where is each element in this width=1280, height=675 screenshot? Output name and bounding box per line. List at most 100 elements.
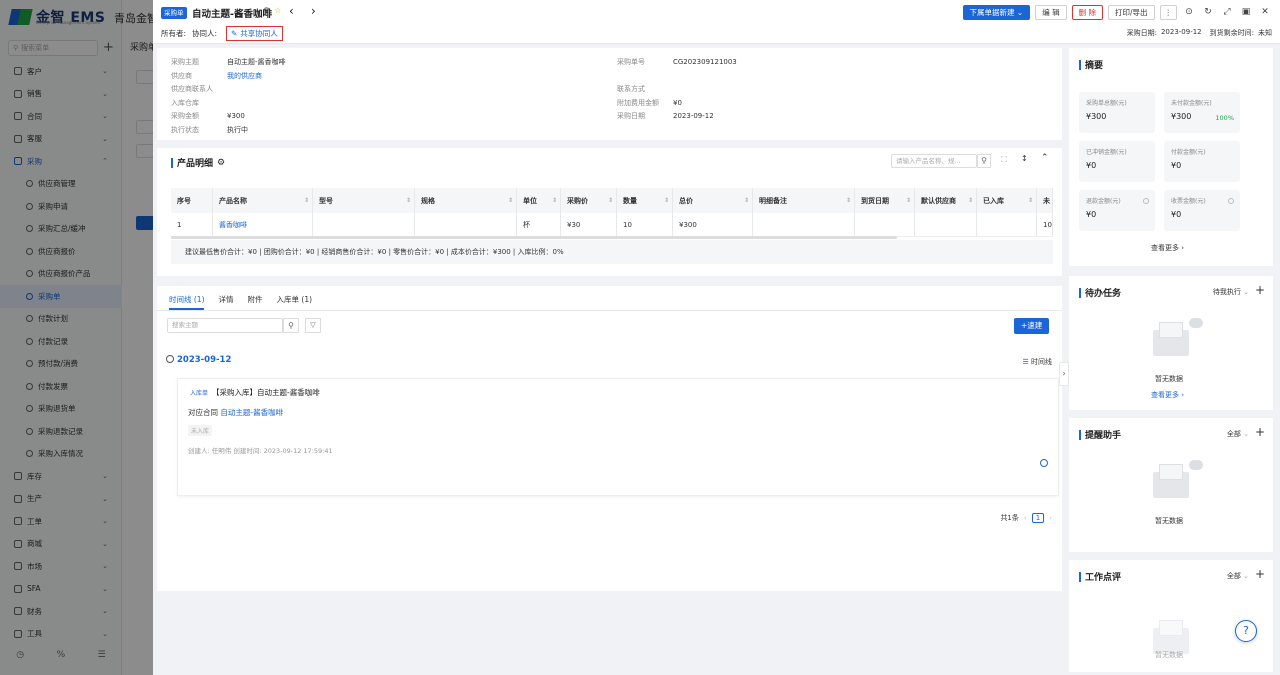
- activity-card: 时间线 (1) 详情 附件 入库单 (1) 搜索主题 ⚲ ▽ +速建 2023-09-…: [157, 286, 1062, 591]
- table-cell: [915, 213, 977, 236]
- table-scrollbar[interactable]: [171, 236, 897, 239]
- timeline-entry[interactable]: 入库单 【采购入库】自动主题-酱香咖啡 对应合同 自动主题-酱香咖啡 未入库 创建…: [177, 378, 1059, 496]
- quick-create-button[interactable]: +速建: [1014, 318, 1050, 334]
- column-header[interactable]: 采购价 ⇕: [561, 188, 617, 213]
- add-review-button[interactable]: +: [1255, 567, 1265, 581]
- column-header[interactable]: 规格 ⇕: [415, 188, 517, 213]
- add-reminder-button[interactable]: +: [1255, 425, 1265, 439]
- todo-filter-label: 待我执行: [1212, 288, 1241, 296]
- sort-icon[interactable]: ⇕: [664, 197, 669, 204]
- search-icon[interactable]: ⚲: [977, 154, 991, 168]
- sort-icon[interactable]: ⇕: [846, 197, 851, 204]
- todo-see-more[interactable]: 查看更多 ›: [1151, 390, 1184, 400]
- entry-title-row: 入库单 【采购入库】自动主题-酱香咖啡: [190, 387, 320, 398]
- page-number[interactable]: 1: [1031, 513, 1045, 523]
- info-field-value[interactable]: 我的供应商: [227, 72, 262, 80]
- settings-icon[interactable]: ⊙: [1182, 5, 1196, 20]
- fullscreen-icon[interactable]: ⤢: [1220, 5, 1234, 20]
- column-header-label: 序号: [177, 196, 191, 205]
- panel-expand-handle[interactable]: ›: [1059, 362, 1069, 386]
- column-header[interactable]: 型号 ⇕: [313, 188, 415, 213]
- sort-icon[interactable]: ⇕: [552, 197, 557, 204]
- info-field: 执行状态 执行中: [171, 125, 248, 135]
- column-header-label: 明细备注: [759, 196, 787, 205]
- sort-icon[interactable]: ⇕: [508, 197, 513, 204]
- info-field: 附加费用金额 ¥0: [617, 98, 682, 108]
- todo-filter-select[interactable]: 待我执行 ⌄: [1213, 287, 1249, 297]
- column-header[interactable]: 总价 ⇕: [673, 188, 753, 213]
- sort-icon[interactable]: ⇕: [744, 197, 749, 204]
- empty-state-icon: [1149, 318, 1203, 358]
- info-icon[interactable]: [1228, 198, 1234, 204]
- info-field-label: 联系方式: [617, 85, 645, 93]
- sort-icon[interactable]: ⇕: [406, 197, 411, 204]
- settings-icon[interactable]: ⚙: [217, 158, 225, 168]
- column-header-label: 已入库: [983, 196, 1004, 205]
- column-header[interactable]: 到货日期 ⇕: [855, 188, 915, 213]
- new-sub-document-button[interactable]: 下属单据新建 ⌄: [962, 5, 1031, 20]
- column-header[interactable]: 产品名称 ⇕: [213, 188, 313, 213]
- info-field-label: 附加费用金额: [617, 99, 659, 107]
- column-header[interactable]: 默认供应商 ⇕: [915, 188, 977, 213]
- info-icon[interactable]: [1143, 198, 1149, 204]
- add-todo-button[interactable]: +: [1255, 283, 1265, 297]
- fullscreen-icon[interactable]: ⛶: [1001, 155, 1007, 165]
- prev-page-icon[interactable]: ‹: [1024, 514, 1027, 522]
- info-field-label: 采购日期: [617, 112, 645, 120]
- sort-icon[interactable]: ⇕: [1028, 197, 1033, 204]
- reminder-filter-select[interactable]: 全部 ⌄: [1227, 429, 1249, 439]
- review-title-text: 工作点评: [1085, 573, 1122, 583]
- activity-tab[interactable]: 入库单 (1): [277, 294, 313, 305]
- title-icons: ♛ ☆: [263, 6, 281, 15]
- help-icon[interactable]: ?: [1235, 620, 1257, 642]
- column-header[interactable]: 明细备注 ⇕: [753, 188, 855, 213]
- stat-value: ¥300: [1086, 112, 1107, 121]
- timeline-search-input[interactable]: 搜索主题: [167, 318, 283, 333]
- filter-icon[interactable]: ▽: [305, 318, 321, 333]
- column-header[interactable]: 单位 ⇕: [517, 188, 561, 213]
- column-header[interactable]: 序号: [171, 188, 213, 213]
- entry-title[interactable]: 【采购入库】自动主题-酱香咖啡: [212, 388, 320, 397]
- timeline-view-toggle[interactable]: ☰ 时间线: [1022, 357, 1052, 367]
- share-collaborator-button[interactable]: ✎ 共享协同人: [226, 26, 283, 41]
- product-section-title-text: 产品明细: [177, 159, 214, 169]
- reaction-icon[interactable]: [1040, 459, 1048, 467]
- activity-tab[interactable]: 附件: [248, 294, 263, 305]
- next-record-button[interactable]: ›: [311, 4, 316, 18]
- delete-button[interactable]: 删 除: [1071, 5, 1103, 20]
- print-export-button[interactable]: 打印/导出: [1107, 5, 1155, 20]
- sort-icon[interactable]: ⇕: [608, 197, 613, 204]
- activity-tab[interactable]: 时间线 (1): [169, 294, 205, 305]
- info-field: 采购单号 CG202309121003: [617, 57, 737, 67]
- column-header[interactable]: 未: [1037, 188, 1053, 213]
- summary-see-more[interactable]: 查看更多 ›: [1151, 243, 1184, 253]
- star-icon[interactable]: ☆: [274, 6, 281, 15]
- sort-icon[interactable]: ↕: [1021, 154, 1028, 163]
- close-icon[interactable]: ✕: [1258, 5, 1272, 20]
- activity-tab[interactable]: 详情: [219, 294, 234, 305]
- table-row[interactable]: 1 酱香咖啡杯 ¥30 10 ¥300 10: [171, 213, 1053, 237]
- table-cell[interactable]: 酱香咖啡: [213, 213, 313, 236]
- product-search-input[interactable]: 请输入产品名称、规...: [891, 154, 977, 168]
- more-actions-icon[interactable]: ⋮: [1159, 5, 1177, 20]
- entry-meta: 创建人: 任明伟 创建时间: 2023-09-12 17:59:41: [188, 447, 333, 455]
- record-title: 自动主题-酱香咖啡: [192, 9, 272, 20]
- save-icon[interactable]: ▣: [1239, 5, 1253, 20]
- todo-card: 待办任务 待我执行 ⌄ + 暂无数据 查看更多 ›: [1069, 276, 1273, 410]
- column-header[interactable]: 数量 ⇕: [617, 188, 673, 213]
- prev-record-button[interactable]: ‹: [289, 4, 294, 18]
- collapse-icon[interactable]: ⌃: [1041, 153, 1049, 163]
- sort-icon[interactable]: ⇕: [304, 197, 309, 204]
- todo-title-text: 待办任务: [1085, 289, 1122, 299]
- stat-label: 收票金额(元): [1171, 198, 1206, 205]
- column-header[interactable]: 已入库 ⇕: [977, 188, 1037, 213]
- review-filter-select[interactable]: 全部 ⌄: [1227, 571, 1249, 581]
- sort-icon[interactable]: ⇕: [968, 197, 973, 204]
- next-page-icon[interactable]: ›: [1049, 514, 1052, 522]
- edit-button[interactable]: 编 辑: [1035, 5, 1067, 20]
- related-contract-link[interactable]: 自动主题-酱香咖啡: [220, 408, 283, 417]
- refresh-icon[interactable]: ↻: [1201, 5, 1215, 20]
- search-icon[interactable]: ⚲: [283, 318, 299, 333]
- sort-icon[interactable]: ⇕: [906, 197, 911, 204]
- collab-label: 协同人:: [192, 29, 218, 38]
